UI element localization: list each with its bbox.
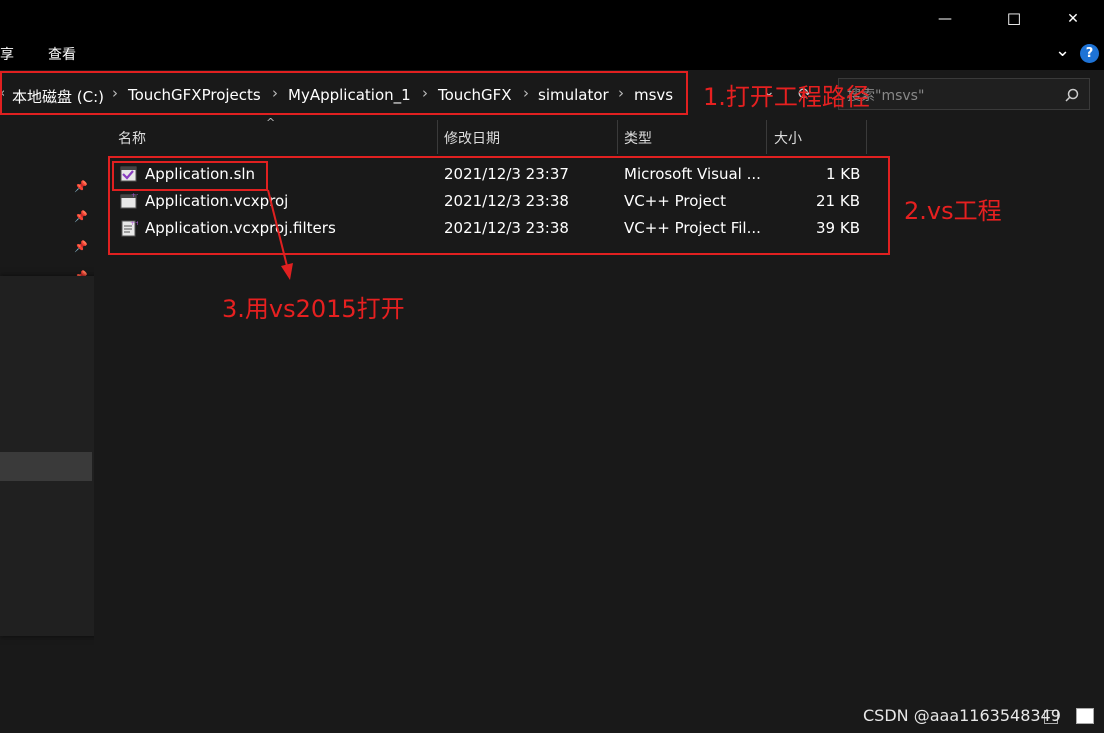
column-divider[interactable] — [437, 120, 438, 154]
annotation-step3: 3.用vs2015打开 — [222, 295, 405, 323]
column-header-size[interactable]: 大小 — [774, 128, 802, 148]
pin-icon[interactable]: 📌 — [74, 240, 88, 253]
column-divider[interactable] — [766, 120, 767, 154]
minimize-button[interactable]: — — [922, 0, 968, 38]
pin-icon[interactable]: 📌 — [74, 180, 88, 193]
column-divider[interactable] — [866, 120, 867, 154]
column-divider[interactable] — [617, 120, 618, 154]
annotation-step1: 1.打开工程路径 — [703, 83, 870, 111]
sort-ascending-icon[interactable]: ^ — [266, 116, 275, 129]
watermark: CSDN @aaa1163548349 — [863, 706, 1061, 725]
column-header-type[interactable]: 类型 — [624, 128, 652, 148]
annotation-step2: 2.vs工程 — [904, 197, 1002, 225]
column-header-name[interactable]: 名称 — [118, 128, 146, 148]
search-icon[interactable] — [1065, 88, 1079, 102]
nav-selected-item[interactable] — [0, 452, 92, 481]
annotation-box-sln — [112, 161, 268, 191]
large-icons-view-icon[interactable] — [1076, 708, 1094, 724]
annotation-arrow — [267, 189, 293, 280]
ribbon-expand-icon[interactable]: ⌄ — [1055, 40, 1070, 61]
ribbon-tab-view[interactable]: 查看 — [48, 44, 76, 64]
column-header-modified[interactable]: 修改日期 — [444, 128, 500, 148]
help-icon[interactable]: ? — [1080, 44, 1099, 63]
ribbon-tab-share[interactable]: 享 — [0, 44, 14, 64]
annotation-box-path — [0, 71, 688, 115]
maximize-button[interactable]: ☐ — [991, 0, 1037, 38]
search-box[interactable]: 搜索"msvs" — [838, 78, 1090, 110]
pin-icon[interactable]: 📌 — [74, 210, 88, 223]
close-button[interactable]: ✕ — [1050, 0, 1096, 38]
ribbon — [0, 38, 1104, 70]
